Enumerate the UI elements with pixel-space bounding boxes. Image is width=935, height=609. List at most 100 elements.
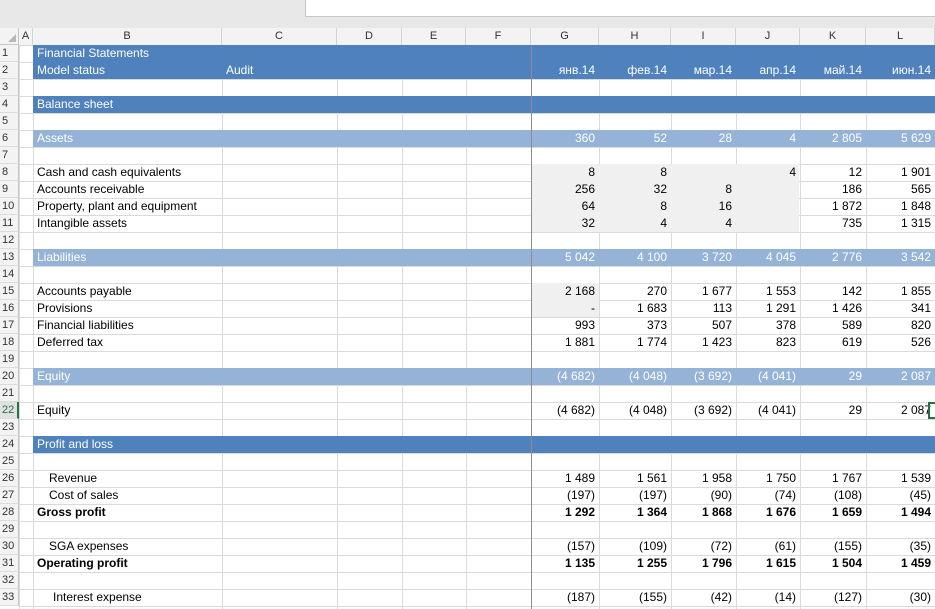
select-all-corner[interactable]	[0, 28, 19, 45]
equity-item-value-i[interactable]: (3 692)	[671, 402, 736, 419]
liability-item-value-g[interactable]: -	[531, 300, 599, 317]
pnl-value-interest-g[interactable]: (187)	[531, 589, 599, 606]
asset-item-value-j[interactable]	[736, 215, 800, 232]
pnl-value-cost-of-sales-h[interactable]: (197)	[599, 487, 671, 504]
pnl-value-cost-of-sales-l[interactable]: (45)	[866, 487, 935, 504]
month-header-l[interactable]: июн.14	[866, 62, 935, 79]
row-header-12[interactable]: 12	[0, 232, 19, 249]
row-header-24[interactable]: 24	[0, 436, 19, 453]
row-header-15[interactable]: 15	[0, 283, 19, 300]
asset-item-value-l[interactable]: 1 315	[866, 215, 935, 232]
liability-item-value-g[interactable]: 1 881	[531, 334, 599, 351]
pnl-value-revenue-k[interactable]: 1 767	[800, 470, 866, 487]
liability-item-value-l[interactable]: 820	[866, 317, 935, 334]
pnl-value-interest-l[interactable]: (30)	[866, 589, 935, 606]
equity-item-value-g[interactable]: (4 682)	[531, 402, 599, 419]
pnl-value-sga-k[interactable]: (155)	[800, 538, 866, 555]
pnl-value-cost-of-sales-i[interactable]: (90)	[671, 487, 736, 504]
assets-total-l[interactable]: 5 629	[866, 130, 935, 147]
pnl-value-cost-of-sales-g[interactable]: (197)	[531, 487, 599, 504]
assets-total-j[interactable]: 4	[736, 130, 800, 147]
liabilities-total-l[interactable]: 3 542	[866, 249, 935, 266]
assets-total-g[interactable]: 360	[531, 130, 599, 147]
equity-item-value-l[interactable]: 2 087	[866, 402, 935, 419]
pnl-value-revenue-l[interactable]: 1 539	[866, 470, 935, 487]
column-header-d[interactable]: D	[337, 28, 402, 45]
row-header-29[interactable]: 29	[0, 521, 19, 538]
row-header-25[interactable]: 25	[0, 453, 19, 470]
column-header-c[interactable]: C	[222, 28, 337, 45]
pnl-value-interest-i[interactable]: (42)	[671, 589, 736, 606]
pnl-value-gross-profit-g[interactable]: 1 292	[531, 504, 599, 521]
liability-item-value-i[interactable]: 1 423	[671, 334, 736, 351]
column-header-j[interactable]: J	[736, 28, 800, 45]
equity-item-value-j[interactable]: (4 041)	[736, 402, 800, 419]
liability-item-value-k[interactable]: 142	[800, 283, 866, 300]
row-header-17[interactable]: 17	[0, 317, 19, 334]
row-header-31[interactable]: 31	[0, 555, 19, 572]
row-header-18[interactable]: 18	[0, 334, 19, 351]
asset-item-value-j[interactable]: 4	[736, 164, 800, 181]
liability-item-value-i[interactable]: 113	[671, 300, 736, 317]
column-header-a[interactable]: A	[19, 28, 33, 45]
asset-item-value-j[interactable]	[736, 181, 800, 198]
pnl-value-gross-profit-l[interactable]: 1 494	[866, 504, 935, 521]
row-header-30[interactable]: 30	[0, 538, 19, 555]
month-header-h[interactable]: фев.14	[599, 62, 671, 79]
equity-total-k[interactable]: 29	[800, 368, 866, 385]
asset-item-value-l[interactable]: 1 901	[866, 164, 935, 181]
row-header-10[interactable]: 10	[0, 198, 19, 215]
equity-item-value-h[interactable]: (4 048)	[599, 402, 671, 419]
month-header-k[interactable]: май.14	[800, 62, 866, 79]
month-header-j[interactable]: апр.14	[736, 62, 800, 79]
row-header-26[interactable]: 26	[0, 470, 19, 487]
row-header-19[interactable]: 19	[0, 351, 19, 368]
liabilities-total-j[interactable]: 4 045	[736, 249, 800, 266]
row-header-14[interactable]: 14	[0, 266, 19, 283]
equity-total-g[interactable]: (4 682)	[531, 368, 599, 385]
asset-item-value-k[interactable]: 12	[800, 164, 866, 181]
row-header-21[interactable]: 21	[0, 385, 19, 402]
asset-item-value-g[interactable]: 8	[531, 164, 599, 181]
row-header-6[interactable]: 6	[0, 130, 19, 147]
pnl-value-operating-profit-g[interactable]: 1 135	[531, 555, 599, 572]
column-header-f[interactable]: F	[466, 28, 531, 45]
asset-item-value-k[interactable]: 1 872	[800, 198, 866, 215]
month-header-i[interactable]: мар.14	[671, 62, 736, 79]
row-header-4[interactable]: 4	[0, 96, 19, 113]
row-header-8[interactable]: 8	[0, 164, 19, 181]
row-header-5[interactable]: 5	[0, 113, 19, 130]
asset-item-value-k[interactable]: 186	[800, 181, 866, 198]
column-header-h[interactable]: H	[599, 28, 671, 45]
row-header-13[interactable]: 13	[0, 249, 19, 266]
pnl-value-gross-profit-k[interactable]: 1 659	[800, 504, 866, 521]
liability-item-value-h[interactable]: 1 774	[599, 334, 671, 351]
liability-item-value-k[interactable]: 1 426	[800, 300, 866, 317]
asset-item-value-i[interactable]	[671, 164, 736, 181]
column-header-b[interactable]: B	[33, 28, 222, 45]
equity-total-l[interactable]: 2 087	[866, 368, 935, 385]
row-header-3[interactable]: 3	[0, 79, 19, 96]
row-header-2[interactable]: 2	[0, 62, 19, 79]
asset-item-value-h[interactable]: 8	[599, 198, 671, 215]
column-header-i[interactable]: I	[671, 28, 736, 45]
row-header-33[interactable]: 33	[0, 589, 19, 606]
asset-item-value-g[interactable]: 32	[531, 215, 599, 232]
pnl-value-cost-of-sales-j[interactable]: (74)	[736, 487, 800, 504]
column-header-e[interactable]: E	[402, 28, 466, 45]
asset-item-value-l[interactable]: 565	[866, 181, 935, 198]
liabilities-total-h[interactable]: 4 100	[599, 249, 671, 266]
asset-item-value-i[interactable]: 16	[671, 198, 736, 215]
pnl-value-revenue-j[interactable]: 1 750	[736, 470, 800, 487]
pnl-value-revenue-g[interactable]: 1 489	[531, 470, 599, 487]
pnl-value-revenue-i[interactable]: 1 958	[671, 470, 736, 487]
equity-total-j[interactable]: (4 041)	[736, 368, 800, 385]
asset-item-value-i[interactable]: 8	[671, 181, 736, 198]
row-header-28[interactable]: 28	[0, 504, 19, 521]
equity-total-i[interactable]: (3 692)	[671, 368, 736, 385]
month-header-g[interactable]: янв.14	[531, 62, 599, 79]
liability-item-value-j[interactable]: 1 291	[736, 300, 800, 317]
row-header-7[interactable]: 7	[0, 147, 19, 164]
equity-total-h[interactable]: (4 048)	[599, 368, 671, 385]
liability-item-value-h[interactable]: 270	[599, 283, 671, 300]
